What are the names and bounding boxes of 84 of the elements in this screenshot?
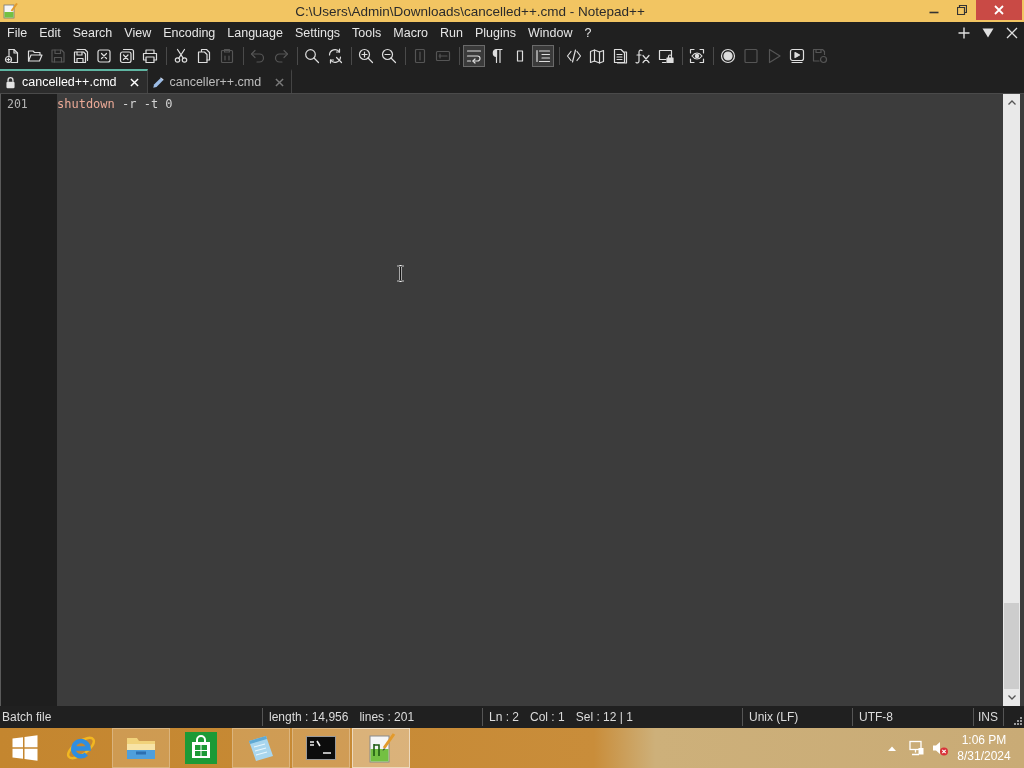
menu-item[interactable]: ? — [578, 23, 598, 42]
menu-item[interactable]: Tools — [346, 23, 388, 42]
speaker-muted-icon — [932, 740, 948, 756]
text-cursor-icon — [396, 265, 405, 282]
close-icon — [274, 77, 284, 87]
status-text: lines : 201 — [359, 710, 415, 724]
taskbar-button[interactable] — [292, 728, 350, 768]
status-text: Ln : 2 — [489, 710, 520, 724]
vertical-split-icon — [412, 47, 428, 64]
play-box-icon — [789, 47, 805, 64]
clipboard-icon — [219, 47, 235, 64]
printer-icon — [142, 47, 158, 64]
file-tab[interactable]: canceller++.cmd — [147, 69, 293, 93]
down-triangle-icon — [982, 26, 994, 39]
menu-item[interactable]: File — [1, 23, 34, 42]
word-wrap-button[interactable] — [463, 44, 485, 67]
outline-button[interactable] — [532, 44, 554, 67]
window-title: C:\Users\Admin\Downloads\cancelled++.cmd - Notepad++ — [294, 3, 646, 19]
status-text: UTF-8 — [859, 710, 893, 724]
restore-icon — [957, 5, 967, 15]
notepad-pencil-icon — [2, 3, 18, 19]
scrollbar-thumb[interactable] — [1004, 603, 1019, 689]
undo-icon — [250, 47, 266, 64]
up-caret-icon — [888, 745, 896, 751]
menu-item[interactable]: View — [118, 23, 158, 42]
four-panes-icon — [12, 735, 38, 761]
zoom-in-icon — [358, 47, 374, 64]
menu-item[interactable]: Language — [221, 23, 289, 42]
boxed-x-icon — [96, 47, 112, 64]
network-monitor-icon — [908, 740, 924, 756]
document-list-icon — [612, 47, 628, 64]
menu-item[interactable]: Search — [66, 23, 119, 42]
eye-icon — [689, 47, 705, 64]
menu-item[interactable]: Run — [434, 23, 469, 42]
status-text: INS — [978, 710, 998, 724]
resize-grip-icon[interactable] — [1012, 715, 1022, 725]
record-icon — [720, 47, 736, 64]
menu-item[interactable]: Macro — [387, 23, 435, 42]
status-text: Sel : 12 | 1 — [575, 710, 633, 724]
chevron-up-icon — [1007, 100, 1016, 105]
close-icon — [1006, 26, 1018, 39]
status-text: length : 14,956 — [269, 710, 349, 724]
plus-icon — [958, 26, 970, 39]
code-line: shutdown -r -t 0 — [57, 96, 173, 112]
scissors-icon — [173, 47, 189, 64]
status-text: Unix (LF) — [749, 710, 799, 724]
floppy-disks-icon — [73, 47, 89, 64]
monitor-lock-icon — [658, 47, 674, 64]
new-document-icon — [4, 47, 20, 64]
disk-record-icon — [812, 47, 828, 64]
chevron-down-icon — [1007, 695, 1016, 700]
close-tab-button[interactable] — [128, 76, 141, 88]
replace-icon — [327, 47, 343, 64]
floppy-disk-icon — [50, 47, 66, 64]
stacked-boxed-x-icon — [119, 47, 135, 64]
pencil-icon — [151, 75, 165, 89]
function-icon — [635, 47, 651, 64]
close-icon — [994, 5, 1004, 15]
code-brackets-icon — [566, 47, 582, 64]
menu-item[interactable]: Settings — [288, 23, 347, 42]
file-tab[interactable]: cancelled++.cmd — [0, 69, 148, 93]
word-wrap-icon — [466, 47, 482, 64]
folder-icon — [27, 47, 43, 64]
indented-list-icon — [535, 47, 551, 64]
menu-item[interactable]: Edit — [33, 23, 67, 42]
menu-item[interactable]: Encoding — [157, 23, 222, 42]
redo-icon — [273, 47, 289, 64]
line-number: 201 — [6, 96, 29, 112]
copy-icon — [196, 47, 212, 64]
close-icon — [130, 77, 139, 87]
search-icon — [304, 47, 320, 64]
map-icon — [589, 47, 605, 64]
stop-icon — [743, 47, 759, 64]
menu-item[interactable]: Plugins — [468, 23, 522, 42]
play-icon — [766, 47, 782, 64]
shopping-bag-icon — [185, 732, 217, 764]
padlock-icon — [4, 75, 17, 89]
close-button[interactable] — [976, 0, 1022, 20]
zoom-out-icon — [381, 47, 397, 64]
taskbar-button[interactable] — [352, 728, 410, 768]
text-area[interactable]: shutdown -r -t 0 — [57, 94, 1003, 706]
status-text: Col : 1 — [530, 710, 565, 724]
menu-item[interactable]: Window — [521, 23, 579, 42]
status-text: Batch file — [2, 710, 52, 724]
